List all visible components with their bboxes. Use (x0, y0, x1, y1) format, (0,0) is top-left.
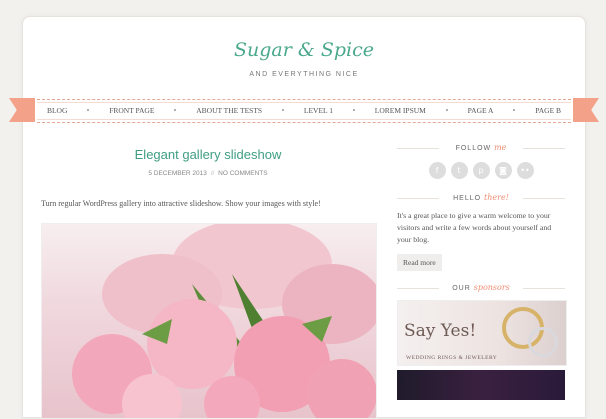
twitter-icon[interactable]: t (450, 162, 468, 179)
post-comments-link[interactable]: NO COMMENTS (218, 170, 267, 177)
sponsor-banner-rings[interactable]: Say Yes! WEDDING RINGS & JEWELERY (397, 300, 567, 366)
follow-heading: FOLLOW me (397, 143, 565, 152)
nav-separator (352, 109, 355, 111)
sponsors-heading-accent: sponsors (473, 283, 510, 292)
hello-text: It's a great place to give a warm welcom… (397, 211, 552, 244)
ring-image (528, 327, 558, 357)
nav-separator (513, 109, 516, 111)
site-tagline: AND EVERYTHING NICE (249, 71, 359, 78)
nav-separator (445, 109, 448, 111)
site-logo[interactable]: Sugar & Spice (23, 39, 585, 61)
flickr-icon[interactable]: •• (516, 162, 534, 179)
meta-separator: // (210, 170, 215, 177)
hello-heading: HELLO there! (397, 193, 565, 202)
nav-item-lorem-ipsum[interactable]: LOREM IPSUM (375, 106, 426, 115)
nav-item-level-1[interactable]: LEVEL 1 (304, 106, 333, 115)
gallery-slideshow[interactable] (41, 223, 377, 419)
nav-item-blog[interactable]: BLOG (47, 106, 67, 115)
banner-headline: Say Yes! (404, 321, 477, 341)
follow-heading-label: FOLLOW (455, 145, 492, 152)
sponsor-banner-2[interactable] (397, 370, 565, 400)
main-nav: BLOG FRONT PAGE ABOUT THE TESTS LEVEL 1 … (37, 99, 571, 121)
post-date: 5 DECEMBER 2013 (148, 170, 207, 177)
flower-bouquet-image (72, 224, 376, 418)
nav-ribbon-left (9, 98, 35, 122)
nav-separator (174, 109, 177, 111)
social-icons: f t p ◙ •• (397, 162, 565, 179)
sidebar: FOLLOW me f t p ◙ •• HELLO there! It's a… (397, 143, 567, 400)
page-container: Sugar & Spice AND EVERYTHING NICE BLOG F… (9, 16, 599, 419)
nav-separator (281, 109, 284, 111)
sponsors-heading-label: OUR (452, 285, 471, 292)
sponsors-heading: OUR sponsors (397, 283, 565, 292)
nav-item-about-the-tests[interactable]: ABOUT THE TESTS (196, 106, 262, 115)
nav-ribbon-right (573, 98, 599, 122)
nav-item-page-a[interactable]: PAGE A (468, 106, 494, 115)
pinterest-icon[interactable]: p (472, 162, 490, 179)
nav-item-front-page[interactable]: FRONT PAGE (109, 106, 154, 115)
read-more-button[interactable]: Read more (397, 254, 442, 271)
banner-subtext: WEDDING RINGS & JEWELERY (406, 355, 498, 361)
hello-heading-accent: there! (484, 193, 509, 202)
post-meta: 5 DECEMBER 2013 // NO COMMENTS (41, 170, 375, 177)
post-title[interactable]: Elegant gallery slideshow (41, 147, 375, 162)
nav-item-page-b[interactable]: PAGE B (535, 106, 561, 115)
follow-heading-accent: me (494, 143, 507, 152)
instagram-icon[interactable]: ◙ (494, 162, 512, 179)
hello-heading-label: HELLO (453, 195, 482, 202)
facebook-icon[interactable]: f (428, 162, 446, 179)
nav-separator (87, 109, 90, 111)
post-excerpt: Turn regular WordPress gallery into attr… (41, 199, 321, 208)
